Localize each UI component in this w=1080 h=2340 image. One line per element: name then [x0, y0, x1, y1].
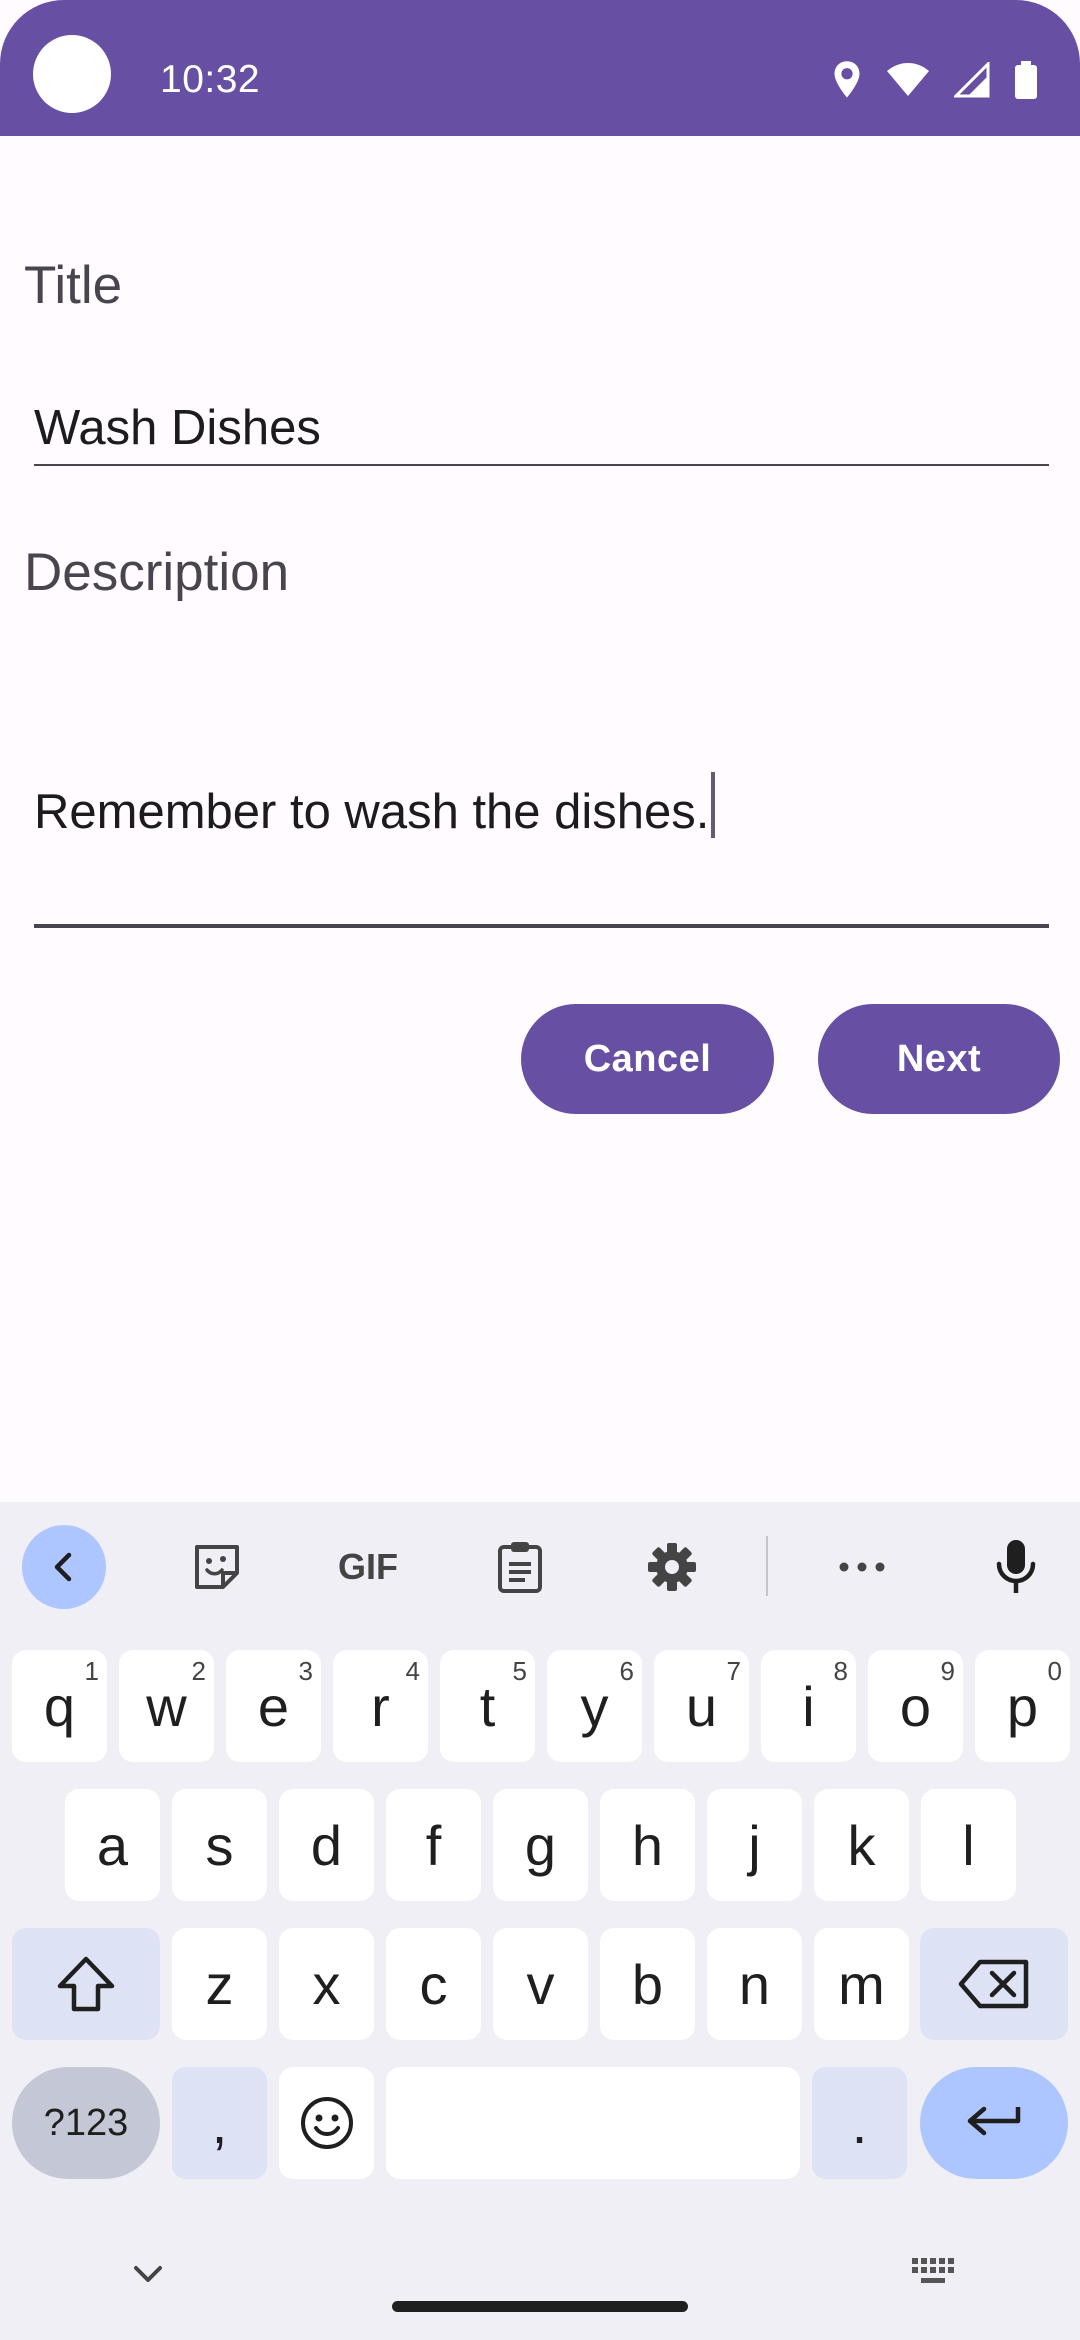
voice-input-button[interactable]: [974, 1525, 1058, 1609]
key-hint: 5: [512, 1656, 527, 1686]
key-y[interactable]: y6: [547, 1650, 642, 1762]
key-a[interactable]: a: [65, 1789, 160, 1901]
key-m[interactable]: m: [814, 1928, 909, 2040]
key-n[interactable]: n: [707, 1928, 802, 2040]
key-z[interactable]: z: [172, 1928, 267, 2040]
emoji-icon: [300, 2097, 353, 2149]
battery-icon: [1015, 61, 1037, 99]
key-g[interactable]: g: [493, 1789, 588, 1901]
key-hint: 4: [405, 1656, 420, 1686]
camera-cutout: [33, 35, 111, 113]
key-label: u: [685, 1674, 718, 1738]
key-label: r: [371, 1674, 390, 1738]
description-label: Description: [24, 543, 290, 602]
settings-button[interactable]: [630, 1525, 714, 1609]
period-key[interactable]: .: [812, 2067, 907, 2179]
more-horizontal-icon: [839, 1562, 885, 1572]
key-f[interactable]: f: [386, 1789, 481, 1901]
description-underline: [34, 924, 1049, 928]
key-hint: 1: [84, 1656, 99, 1686]
location-icon: [834, 61, 860, 98]
key-u[interactable]: u7: [654, 1650, 749, 1762]
shift-key[interactable]: [12, 1928, 160, 2040]
gif-button[interactable]: GIF: [328, 1525, 408, 1609]
key-h[interactable]: h: [600, 1789, 695, 1901]
status-time: 10:32: [160, 58, 261, 101]
chevron-down-icon: [134, 2266, 162, 2282]
key-i[interactable]: i8: [761, 1650, 856, 1762]
key-hint: 2: [191, 1656, 206, 1686]
keyboard: [0, 1502, 1080, 2340]
shift-icon: [57, 1956, 115, 2012]
key-r[interactable]: r4: [333, 1650, 428, 1762]
key-q[interactable]: q1: [12, 1650, 107, 1762]
title-input[interactable]: Wash Dishes: [34, 400, 321, 456]
keyboard-back-button[interactable]: [22, 1525, 106, 1609]
key-label: i: [802, 1674, 815, 1738]
sticker-button[interactable]: [175, 1525, 259, 1609]
key-hint: 9: [940, 1656, 955, 1686]
next-button[interactable]: Next: [818, 1004, 1060, 1114]
key-s[interactable]: s: [172, 1789, 267, 1901]
microphone-icon: [996, 1540, 1036, 1593]
key-label: p: [1006, 1674, 1039, 1738]
key-hint: 3: [298, 1656, 313, 1686]
key-o[interactable]: o9: [868, 1650, 963, 1762]
key-l[interactable]: l: [921, 1789, 1016, 1901]
hide-keyboard-button[interactable]: [128, 2254, 168, 2294]
emoji-key[interactable]: [279, 2067, 374, 2179]
key-hint: 8: [833, 1656, 848, 1686]
key-label: e: [257, 1674, 290, 1738]
key-d[interactable]: d: [279, 1789, 374, 1901]
chevron-left-icon: [54, 1552, 72, 1582]
title-underline: [34, 464, 1049, 466]
key-t[interactable]: t5: [440, 1650, 535, 1762]
more-button[interactable]: [820, 1525, 904, 1609]
space-key[interactable]: [386, 2067, 800, 2179]
key-v[interactable]: v: [493, 1928, 588, 2040]
cancel-button[interactable]: Cancel: [521, 1004, 774, 1114]
sticker-icon: [195, 1545, 239, 1589]
key-b[interactable]: b: [600, 1928, 695, 2040]
enter-key[interactable]: [920, 2067, 1068, 2179]
key-k[interactable]: k: [814, 1789, 909, 1901]
key-label: o: [899, 1674, 932, 1738]
gear-icon: [648, 1543, 696, 1591]
backspace-key[interactable]: [920, 1928, 1068, 2040]
key-label: w: [146, 1674, 187, 1738]
backspace-icon: [958, 1959, 1029, 2009]
enter-icon: [967, 2106, 1021, 2136]
key-x[interactable]: x: [279, 1928, 374, 2040]
key-label: q: [43, 1674, 76, 1738]
key-w[interactable]: w2: [119, 1650, 214, 1762]
key-e[interactable]: e3: [226, 1650, 321, 1762]
wifi-icon: [887, 63, 929, 96]
key-hint: 7: [726, 1656, 741, 1686]
status-icons: [832, 60, 1038, 100]
symbols-key[interactable]: ?123: [12, 2067, 160, 2179]
key-hint: 6: [619, 1656, 634, 1686]
clipboard-button[interactable]: [478, 1525, 562, 1609]
description-text: Remember to wash the dishes.: [34, 785, 710, 839]
keyboard-switch-button[interactable]: [910, 2256, 956, 2292]
clipboard-icon: [498, 1542, 542, 1593]
comma-key[interactable]: ,: [172, 2067, 267, 2179]
key-label: t: [479, 1674, 496, 1738]
toolbar-divider: [766, 1536, 768, 1596]
signal-icon: [954, 62, 990, 98]
description-input[interactable]: Remember to wash the dishes.: [34, 772, 716, 840]
key-p[interactable]: p0: [975, 1650, 1070, 1762]
key-c[interactable]: c: [386, 1928, 481, 2040]
key-label: y: [580, 1674, 609, 1738]
keyboard-icon: [912, 2258, 954, 2283]
home-indicator[interactable]: [392, 2301, 688, 2312]
key-j[interactable]: j: [707, 1789, 802, 1901]
title-label: Title: [24, 256, 123, 315]
key-hint: 0: [1047, 1656, 1062, 1686]
text-cursor: [711, 772, 716, 838]
status-bar: 10:32: [0, 0, 1080, 136]
